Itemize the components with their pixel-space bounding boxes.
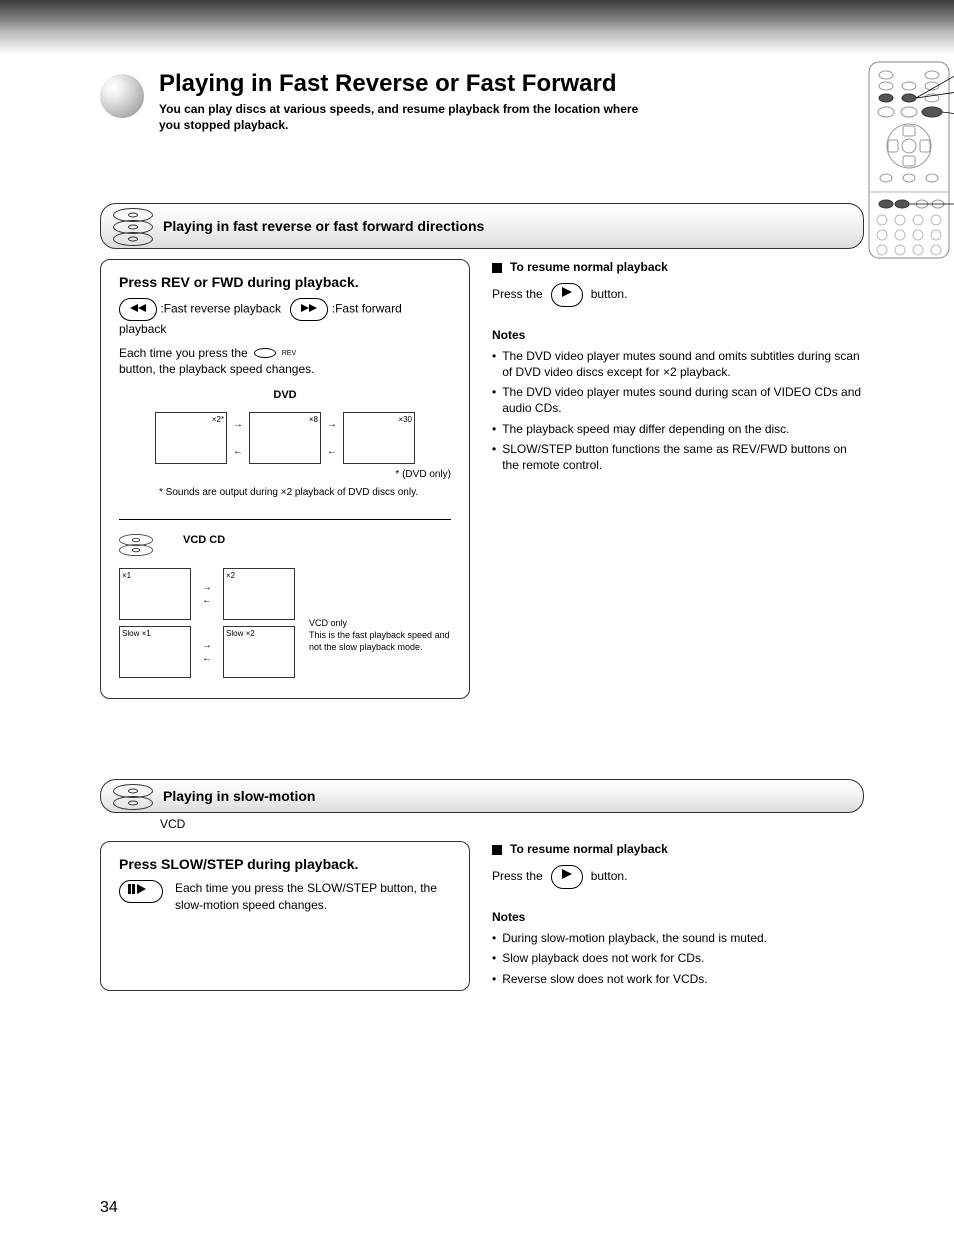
notes-block-2: Notes During slow-motion playback, the s… [492, 909, 864, 987]
note-item: The DVD video player mutes sound and omi… [502, 348, 864, 380]
resume-press-2: Press the [492, 868, 543, 885]
resume-title-2: To resume normal playback [510, 841, 668, 858]
vcd-sublabel: VCD [160, 817, 864, 831]
slow-step-button[interactable] [119, 880, 163, 903]
cd-row: VCD CD [119, 534, 451, 558]
cd-note1: VCD only [309, 618, 451, 630]
disc-icons-2 [113, 784, 153, 808]
speed-line-prefix: Each time you press the [119, 345, 248, 361]
section-slowmotion-label: Playing in slow-motion [163, 788, 315, 804]
cd-x1: ×1 [119, 568, 191, 620]
step2-desc: Each time you press the SLOW/STEP button… [175, 880, 451, 912]
dvd-speed-row: ×2* →← ×8 →← ×30 [119, 412, 451, 464]
disc-icons [113, 208, 153, 244]
resume-heading-2: To resume normal playback [492, 841, 864, 858]
speed-x2: ×2* [155, 412, 227, 464]
resume-button-suffix-2: button. [591, 868, 628, 885]
fwd-button[interactable] [290, 298, 328, 321]
resume-button-suffix: button. [591, 286, 628, 303]
cd-label: VCD CD [183, 534, 225, 547]
notes-heading-2: Notes [492, 909, 864, 926]
play-button-2[interactable] [551, 865, 583, 889]
title-row: Playing in Fast Reverse or Fast Forward … [100, 70, 864, 133]
page-title: Playing in Fast Reverse or Fast Forward [159, 70, 864, 98]
dvd-label: DVD [119, 388, 451, 403]
step-box-2: Press SLOW/STEP during playback. Each ti… [100, 841, 470, 990]
resume-heading: To resume normal playback [492, 259, 864, 276]
small-oval-icon [254, 348, 276, 358]
header-gradient [0, 0, 954, 55]
sphere-icon [100, 74, 144, 118]
cd-speed-grid: ×1 →← ×2 Slow ×1 →← Slow ×2 [119, 568, 295, 678]
square-bullet-icon [492, 845, 502, 855]
cd-x2: ×2 [223, 568, 295, 620]
remote-illustration: REV FWD PLAY SLOW/STEP [864, 60, 954, 260]
notes-block-1: Notes The DVD video player mutes sound a… [492, 327, 864, 474]
page-number: 34 [100, 1199, 118, 1217]
section-fastplay: Playing in fast reverse or fast forward … [100, 203, 864, 249]
step1-title: Press REV or FWD during playback. [119, 274, 451, 290]
section-fastplay-label: Playing in fast reverse or fast forward … [163, 218, 484, 234]
footnote2: * Sounds are output during ×2 playback o… [119, 486, 451, 500]
note-item: The playback speed may differ depending … [502, 421, 789, 437]
speed-line-suffix: button, the playback speed changes. [119, 361, 451, 377]
step2-title: Press SLOW/STEP during playback. [119, 856, 451, 872]
cd-note2: This is the fast playback speed and not … [309, 630, 451, 653]
resume-title: To resume normal playback [510, 259, 668, 276]
rev-tiny-label: REV [282, 349, 296, 358]
note-item: The DVD video player mutes sound during … [502, 384, 864, 416]
speed-x8: ×8 [249, 412, 321, 464]
section-slowmotion: Playing in slow-motion [100, 779, 864, 813]
note-item: Slow playback does not work for CDs. [502, 950, 704, 966]
resume-press: Press the [492, 286, 543, 303]
rev-button[interactable] [119, 298, 157, 321]
play-button[interactable] [551, 283, 583, 307]
note-item: Reverse slow does not work for VCDs. [502, 971, 707, 987]
speed-x30: ×30 [343, 412, 415, 464]
cd-slow2: Slow ×2 [223, 626, 295, 678]
square-bullet-icon [492, 263, 502, 273]
rev-desc: :Fast reverse playback [160, 302, 281, 316]
note-item: During slow-motion playback, the sound i… [502, 930, 767, 946]
notes-heading: Notes [492, 327, 864, 344]
note-item: SLOW/STEP button functions the same as R… [502, 441, 864, 473]
page-subtitle: You can play discs at various speeds, an… [159, 102, 639, 133]
footnote1: * (DVD only) [119, 468, 451, 482]
cd-slow1: Slow ×1 [119, 626, 191, 678]
step-box-1: Press REV or FWD during playback. :Fast … [100, 259, 470, 699]
